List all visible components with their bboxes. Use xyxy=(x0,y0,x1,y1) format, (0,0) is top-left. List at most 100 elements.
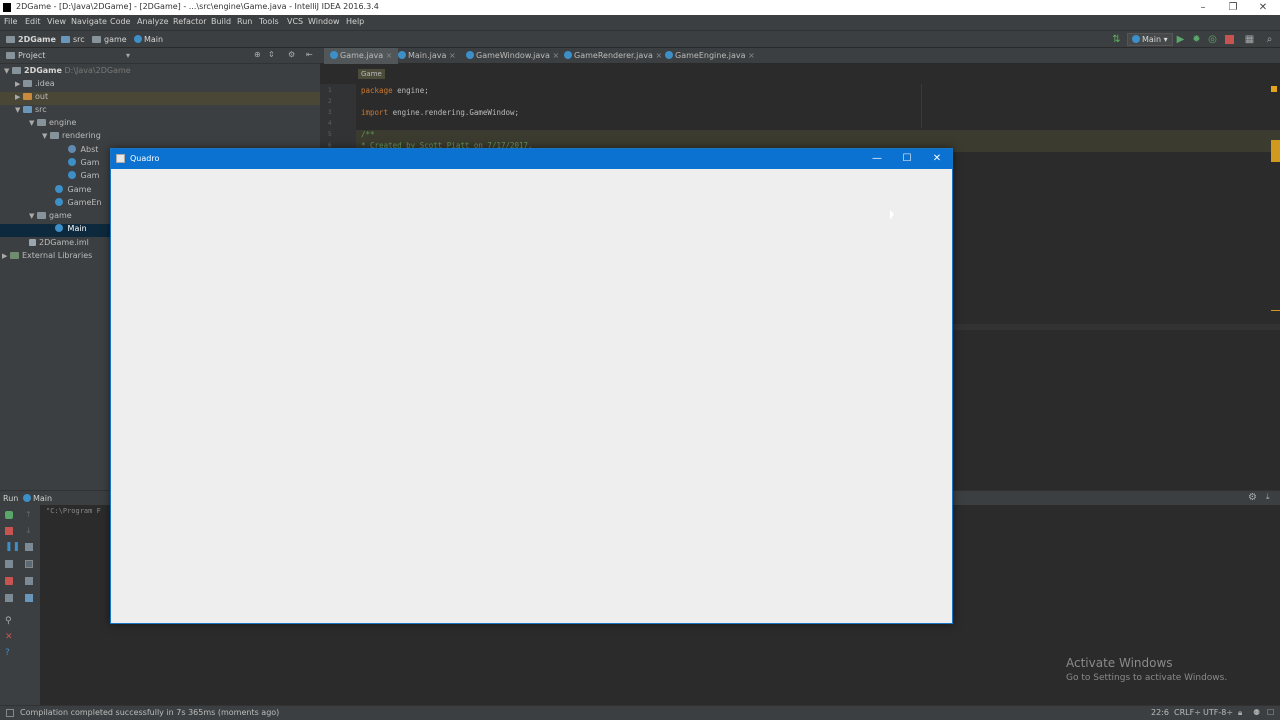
scroll-from-source-icon[interactable]: ⊕ xyxy=(254,50,261,59)
rerun-icon[interactable] xyxy=(5,511,13,519)
tree-item-src[interactable]: ▼ src xyxy=(15,105,47,118)
run-toolbar: ❚❚ ⚲ ✕ ? ↑ ↓ xyxy=(0,505,40,706)
folder-icon xyxy=(12,67,21,74)
quadro-maximize-button[interactable]: ☐ xyxy=(892,149,922,169)
close-icon[interactable]: ✕ xyxy=(5,633,13,642)
menu-view[interactable]: View xyxy=(47,17,66,26)
menu-file[interactable]: File xyxy=(4,17,17,26)
line-separator[interactable]: CRLF÷ xyxy=(1174,708,1201,717)
search-icon[interactable]: ⌕ xyxy=(1264,34,1275,45)
close-tab-icon[interactable]: × xyxy=(748,51,755,60)
tree-item-external-libraries[interactable]: ▶ External Libraries xyxy=(2,251,92,264)
quadro-title-bar[interactable]: Quadro — ☐ ✕ xyxy=(111,149,952,169)
clear-all-icon[interactable] xyxy=(25,594,33,602)
menu-tools[interactable]: Tools xyxy=(259,17,279,26)
menu-code[interactable]: Code xyxy=(110,17,130,26)
minimize-button[interactable]: – xyxy=(1188,0,1218,15)
run-config-tab[interactable]: Main xyxy=(33,494,52,503)
crumb-main[interactable]: Main xyxy=(134,35,163,44)
error-stripe-marker[interactable] xyxy=(1271,140,1280,162)
restore-button[interactable]: ❐ xyxy=(1218,0,1248,15)
tree-item-gameengine-class[interactable]: GameEn xyxy=(55,198,102,211)
warning-marker-icon[interactable] xyxy=(1271,86,1277,92)
class-icon xyxy=(134,35,142,43)
crumb-game[interactable]: game xyxy=(92,35,127,44)
folder-icon xyxy=(23,93,32,100)
crumb-src[interactable]: src xyxy=(61,35,85,44)
scroll-to-end-icon[interactable] xyxy=(25,560,33,568)
tree-item-class[interactable]: Gam xyxy=(68,158,99,171)
menu-run[interactable]: Run xyxy=(237,17,252,26)
tree-item-engine[interactable]: ▼ engine xyxy=(29,118,76,131)
print-icon[interactable] xyxy=(25,577,33,585)
pin-icon[interactable]: ⚲ xyxy=(5,617,13,626)
hide-panel-icon[interactable]: ⇤ xyxy=(306,50,313,59)
run-config-dropdown[interactable]: Main ▾ xyxy=(1127,33,1173,46)
project-structure-icon[interactable]: ▦ xyxy=(1244,34,1255,45)
help-icon[interactable]: ? xyxy=(5,649,13,658)
tab-gameengine-java[interactable]: GameEngine.java × xyxy=(659,48,761,64)
settings-icon[interactable]: ⚙ xyxy=(288,50,295,59)
class-icon xyxy=(466,51,474,59)
editor-breadcrumb[interactable]: Game xyxy=(358,69,385,79)
down-icon[interactable]: ↓ xyxy=(25,527,33,535)
line-number: 1 xyxy=(328,87,332,94)
tree-item-idea[interactable]: ▶ .idea xyxy=(15,79,55,92)
file-encoding[interactable]: UTF-8÷ xyxy=(1203,708,1233,717)
title-bar: 2DGame - [D:\Java\2DGame] - [2DGame] - .… xyxy=(0,0,1280,15)
menu-help[interactable]: Help xyxy=(346,17,364,26)
tree-item-out[interactable]: ▶ out xyxy=(0,92,320,105)
tab-main-java[interactable]: Main.java × xyxy=(392,48,462,64)
menu-analyze[interactable]: Analyze xyxy=(137,17,169,26)
menu-refactor[interactable]: Refactor xyxy=(173,17,207,26)
tab-game-java[interactable]: Game.java × xyxy=(324,48,399,64)
crumb-project[interactable]: 2DGame xyxy=(6,35,56,44)
inspector-icon[interactable]: ⚉ xyxy=(1253,708,1260,717)
tree-item-class[interactable]: Gam xyxy=(68,171,99,184)
tab-gamerenderer-java[interactable]: GameRenderer.java × xyxy=(558,48,668,64)
vcs-icon[interactable]: ⇅ xyxy=(1111,34,1122,45)
tree-item-rendering[interactable]: ▼ rendering xyxy=(42,131,101,144)
quadro-minimize-button[interactable]: — xyxy=(862,149,892,169)
tree-item-abstract-class[interactable]: Abst xyxy=(68,145,98,158)
quadro-window[interactable]: Quadro — ☐ ✕ xyxy=(110,148,953,624)
pause-icon[interactable]: ❚❚ xyxy=(5,543,20,552)
run-icon[interactable]: ▶ xyxy=(1175,34,1186,45)
menu-vcs[interactable]: VCS xyxy=(287,17,303,26)
menu-window[interactable]: Window xyxy=(308,17,340,26)
event-log-icon[interactable]: ☐ xyxy=(1267,708,1274,717)
layout-icon[interactable] xyxy=(5,594,13,602)
stop-icon[interactable] xyxy=(5,527,13,535)
tree-item-game-class[interactable]: Game xyxy=(55,185,91,198)
menu-navigate[interactable]: Navigate xyxy=(71,17,107,26)
close-button[interactable]: ✕ xyxy=(1248,0,1278,15)
activate-windows-watermark: Activate Windows Go to Settings to activ… xyxy=(1066,656,1227,683)
exit-icon[interactable] xyxy=(5,577,13,585)
editor-breadcrumb-bar: Game xyxy=(320,64,1280,84)
close-tab-icon[interactable]: × xyxy=(449,51,456,60)
mouse-cursor-icon xyxy=(890,210,894,220)
settings-icon[interactable]: ⚙ xyxy=(1248,492,1257,503)
soft-wrap-icon[interactable] xyxy=(25,543,33,551)
caret-position[interactable]: 22:6 xyxy=(1151,708,1169,717)
up-icon[interactable]: ↑ xyxy=(25,511,33,519)
debug-icon[interactable]: ✹ xyxy=(1191,34,1202,45)
view-dropdown-icon[interactable]: ▾ xyxy=(126,51,130,60)
dump-threads-icon[interactable] xyxy=(5,560,13,568)
package-icon xyxy=(37,212,46,219)
tab-gamewindow-java[interactable]: GameWindow.java × xyxy=(460,48,565,64)
quadro-canvas[interactable] xyxy=(111,169,952,623)
menu-build[interactable]: Build xyxy=(211,17,231,26)
error-stripe-marker[interactable] xyxy=(1271,310,1280,311)
tool-windows-icon[interactable] xyxy=(6,709,14,717)
menu-edit[interactable]: Edit xyxy=(25,17,41,26)
coverage-icon[interactable]: ◎ xyxy=(1207,34,1218,45)
tree-item-iml[interactable]: 2DGame.iml xyxy=(29,238,89,251)
lock-icon[interactable]: 🔒︎ xyxy=(1238,708,1242,718)
hide-panel-icon[interactable]: ⤓ xyxy=(1266,492,1270,502)
quadro-close-button[interactable]: ✕ xyxy=(922,149,952,169)
tree-item-game-package[interactable]: ▼ game xyxy=(29,211,72,224)
collapse-all-icon[interactable]: ⇕ xyxy=(268,50,275,59)
tree-item-2dgame[interactable]: ▼ 2DGame D:\Java\2DGame xyxy=(4,66,131,79)
stop-icon[interactable] xyxy=(1224,34,1235,45)
